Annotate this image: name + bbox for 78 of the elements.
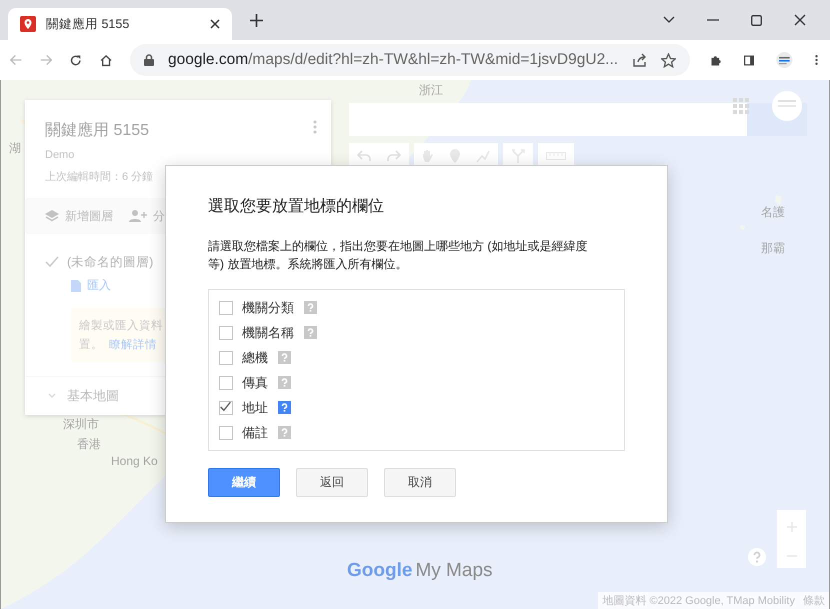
home-icon[interactable]	[100, 52, 112, 68]
minimize-icon[interactable]	[707, 19, 719, 21]
help-icon[interactable]	[278, 351, 291, 364]
layer-checkbox[interactable]	[45, 256, 59, 270]
help-icon[interactable]	[278, 376, 291, 389]
map-place-label: 那霸	[761, 240, 785, 257]
share-icon[interactable]	[632, 53, 648, 67]
dialog-button[interactable]: 返回	[296, 468, 368, 497]
file-icon	[71, 280, 81, 292]
field-label: 機關名稱	[242, 324, 294, 342]
map-place-label: 湖	[9, 140, 21, 157]
field-checkbox[interactable]	[219, 426, 233, 440]
field-checkbox[interactable]	[219, 376, 233, 390]
terms-link[interactable]: 條款	[803, 593, 825, 608]
star-icon[interactable]	[661, 52, 676, 68]
help-icon[interactable]	[304, 326, 317, 339]
base-map-label: 基本地圖	[67, 387, 119, 405]
map-place-label: 深圳市	[63, 416, 99, 433]
hand-icon[interactable]	[422, 149, 434, 163]
help-icon[interactable]	[278, 401, 291, 414]
new-tab-icon[interactable]	[250, 14, 263, 26]
last-edited-text: 上次編輯時間：6 分鐘	[45, 170, 154, 184]
undo-icon[interactable]	[357, 150, 371, 162]
address-field[interactable]: google.com/maps/d/edit?hl=zh-TW&hl=zh-TW&mid=1jsvD9gU2...	[130, 44, 690, 76]
map-place-label: Hong Ko	[111, 454, 158, 468]
field-checkbox[interactable]	[219, 300, 233, 314]
field-label: 備註	[242, 424, 268, 442]
layer-name: (未命名的圖層)	[67, 254, 154, 271]
continue-button[interactable]: 繼續	[208, 468, 280, 497]
profile-avatar-icon[interactable]	[776, 49, 793, 71]
browser-tab[interactable]: 關鍵應用 5155	[8, 8, 232, 40]
forward-arrow-icon[interactable]	[40, 53, 52, 67]
lock-icon	[144, 54, 154, 66]
map-place-label: 名護	[761, 204, 785, 221]
more-vertical-icon[interactable]	[814, 53, 818, 67]
search-field[interactable]	[349, 103, 747, 136]
field-label: 地址	[242, 398, 268, 416]
add-person-icon	[129, 210, 147, 222]
field-checkbox[interactable]	[219, 400, 233, 414]
field-checkbox[interactable]	[219, 350, 233, 364]
help-icon[interactable]	[278, 426, 291, 439]
dialog-button[interactable]: 取消	[384, 468, 456, 497]
google-logo: Google	[347, 560, 412, 582]
chevron-down-icon[interactable]	[663, 16, 675, 24]
attribution-text: 地圖資料 ©2022 Google, TMap Mobility	[602, 594, 795, 608]
import-link[interactable]: 匯入	[87, 277, 111, 294]
back-arrow-icon[interactable]	[10, 53, 22, 67]
line-draw-icon[interactable]	[476, 149, 490, 163]
ruler-icon[interactable]	[546, 152, 566, 160]
apps-grid-icon[interactable]	[733, 98, 749, 114]
reload-icon[interactable]	[70, 52, 82, 68]
close-icon[interactable]	[794, 14, 806, 26]
add-layer-button[interactable]: 新增圖層	[65, 208, 113, 224]
field-label: 總機	[242, 348, 268, 366]
tab-title: 關鍵應用 5155	[46, 16, 130, 32]
map-pin-icon	[20, 16, 36, 32]
maximize-icon[interactable]	[751, 14, 762, 26]
share-button[interactable]: 分	[153, 208, 165, 224]
field-label: 傳真	[242, 374, 268, 392]
layers-icon	[45, 210, 59, 222]
url-text: google.com/maps/d/edit?hl=zh-TW&hl=zh-TW&mid=1jsvD9gU2...	[168, 51, 618, 69]
map-title: 關鍵應用 5155	[45, 120, 150, 141]
dialog-description: 請選取您檔案上的欄位，指出您要在地圖上哪些地方 (如地址或是經緯度等) 放置地標。系統將匯入所有欄位。	[208, 238, 588, 273]
map-description: Demo	[45, 149, 76, 161]
side-panel-icon[interactable]	[744, 54, 754, 66]
learn-more-link[interactable]: 瞭解詳情	[109, 337, 157, 352]
map-place-label: 浙江	[419, 82, 443, 99]
directions-icon[interactable]	[511, 149, 525, 163]
map-place-label: 香港	[77, 436, 101, 453]
field-label: 機關分類	[242, 298, 294, 316]
map-pin-icon[interactable]	[450, 149, 460, 163]
dialog-title: 選取您要放置地標的欄位	[208, 196, 385, 217]
product-name: My Maps	[415, 560, 493, 582]
close-icon[interactable]	[210, 19, 220, 29]
help-icon[interactable]	[304, 301, 317, 314]
help-icon[interactable]	[748, 548, 766, 566]
redo-icon[interactable]	[387, 150, 401, 162]
field-checkbox[interactable]	[219, 326, 233, 340]
